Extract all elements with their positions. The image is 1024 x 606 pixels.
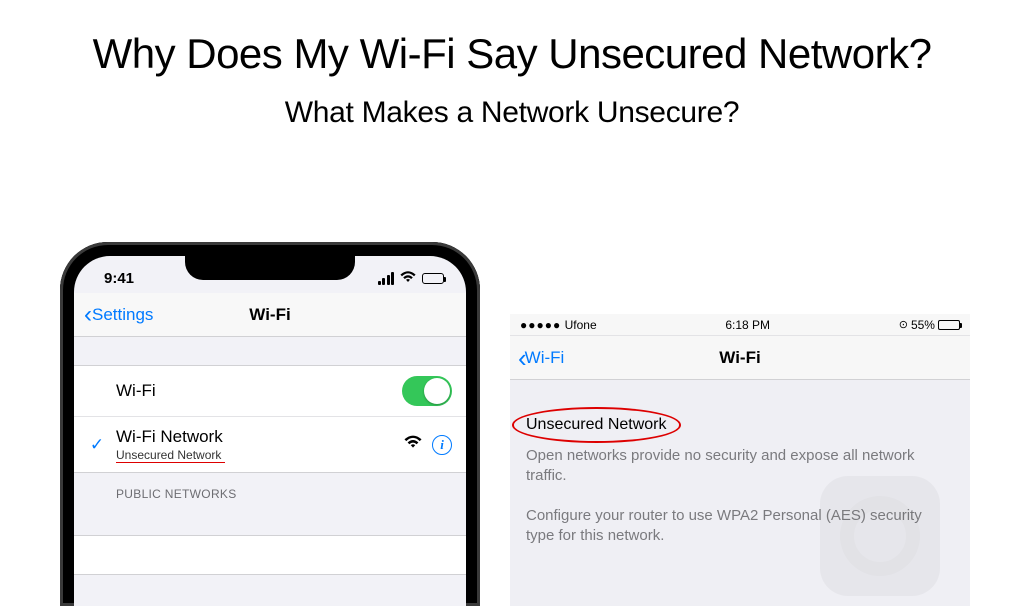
back-button[interactable]: ‹ Wi-Fi bbox=[518, 345, 564, 371]
status-battery: ⊙ 55% bbox=[899, 318, 960, 332]
battery-icon bbox=[938, 320, 960, 330]
chevron-left-icon: ‹ bbox=[84, 303, 92, 327]
status-left: ●●●●● Ufone bbox=[520, 318, 597, 332]
phone-left-frame: 9:41 ‹ Settings Wi-Fi bbox=[60, 242, 480, 606]
nav-title: Wi-Fi bbox=[249, 305, 290, 325]
back-button[interactable]: ‹ Settings bbox=[84, 303, 153, 327]
battery-pct: 55% bbox=[911, 318, 935, 332]
alarm-icon: ⊙ bbox=[899, 318, 908, 331]
wifi-signal-icon bbox=[404, 435, 422, 454]
phone-left-screen: 9:41 ‹ Settings Wi-Fi bbox=[74, 256, 466, 606]
unsecured-heading: Unsecured Network bbox=[526, 414, 667, 436]
battery-icon bbox=[422, 273, 444, 284]
phone-right-screenshot: ●●●●● Ufone 6:18 PM ⊙ 55% ‹ Wi-Fi Wi-Fi … bbox=[510, 314, 970, 606]
network-name: Wi-Fi Network bbox=[116, 427, 223, 446]
title-sub: What Makes a Network Unsecure? bbox=[0, 96, 1024, 130]
title-main: Why Does My Wi-Fi Say Unsecured Network? bbox=[0, 30, 1024, 78]
carrier-name: Ufone bbox=[565, 318, 597, 332]
connected-network-text: Wi-Fi Network Unsecured Network bbox=[116, 427, 223, 462]
status-time: 9:41 bbox=[104, 270, 134, 287]
red-underline-annotation bbox=[116, 462, 225, 464]
nav-bar: ‹ Settings Wi-Fi bbox=[74, 293, 466, 337]
cellular-dots-icon: ●●●●● bbox=[520, 318, 561, 332]
status-right bbox=[378, 271, 445, 286]
wifi-toggle-label: Wi-Fi bbox=[116, 381, 156, 401]
back-label: Wi-Fi bbox=[525, 348, 565, 368]
settings-app-icon-watermark bbox=[820, 476, 940, 596]
checkmark-icon: ✓ bbox=[88, 435, 106, 455]
nav-bar: ‹ Wi-Fi Wi-Fi bbox=[510, 336, 970, 380]
cellular-signal-icon bbox=[378, 272, 395, 285]
info-icon[interactable]: i bbox=[432, 435, 452, 455]
section-header-public: PUBLIC NETWORKS bbox=[74, 473, 466, 507]
nav-title: Wi-Fi bbox=[719, 348, 760, 368]
status-bar-old: ●●●●● Ufone 6:18 PM ⊙ 55% bbox=[510, 314, 970, 336]
wifi-toggle-row[interactable]: Wi-Fi bbox=[74, 366, 466, 417]
network-sublabel: Unsecured Network bbox=[116, 448, 223, 462]
settings-list: Wi-Fi ✓ Wi-Fi Network Unsecured Network bbox=[74, 365, 466, 473]
notch bbox=[185, 256, 355, 280]
status-time: 6:18 PM bbox=[725, 318, 770, 332]
connected-network-row[interactable]: ✓ Wi-Fi Network Unsecured Network i bbox=[74, 417, 466, 472]
back-label: Settings bbox=[92, 305, 153, 325]
row-accessories: i bbox=[404, 435, 452, 455]
phones-row: 9:41 ‹ Settings Wi-Fi bbox=[0, 242, 1024, 606]
wifi-icon bbox=[400, 271, 416, 286]
public-networks-list bbox=[74, 535, 466, 575]
wifi-toggle[interactable] bbox=[402, 376, 452, 406]
gear-icon bbox=[840, 496, 920, 576]
